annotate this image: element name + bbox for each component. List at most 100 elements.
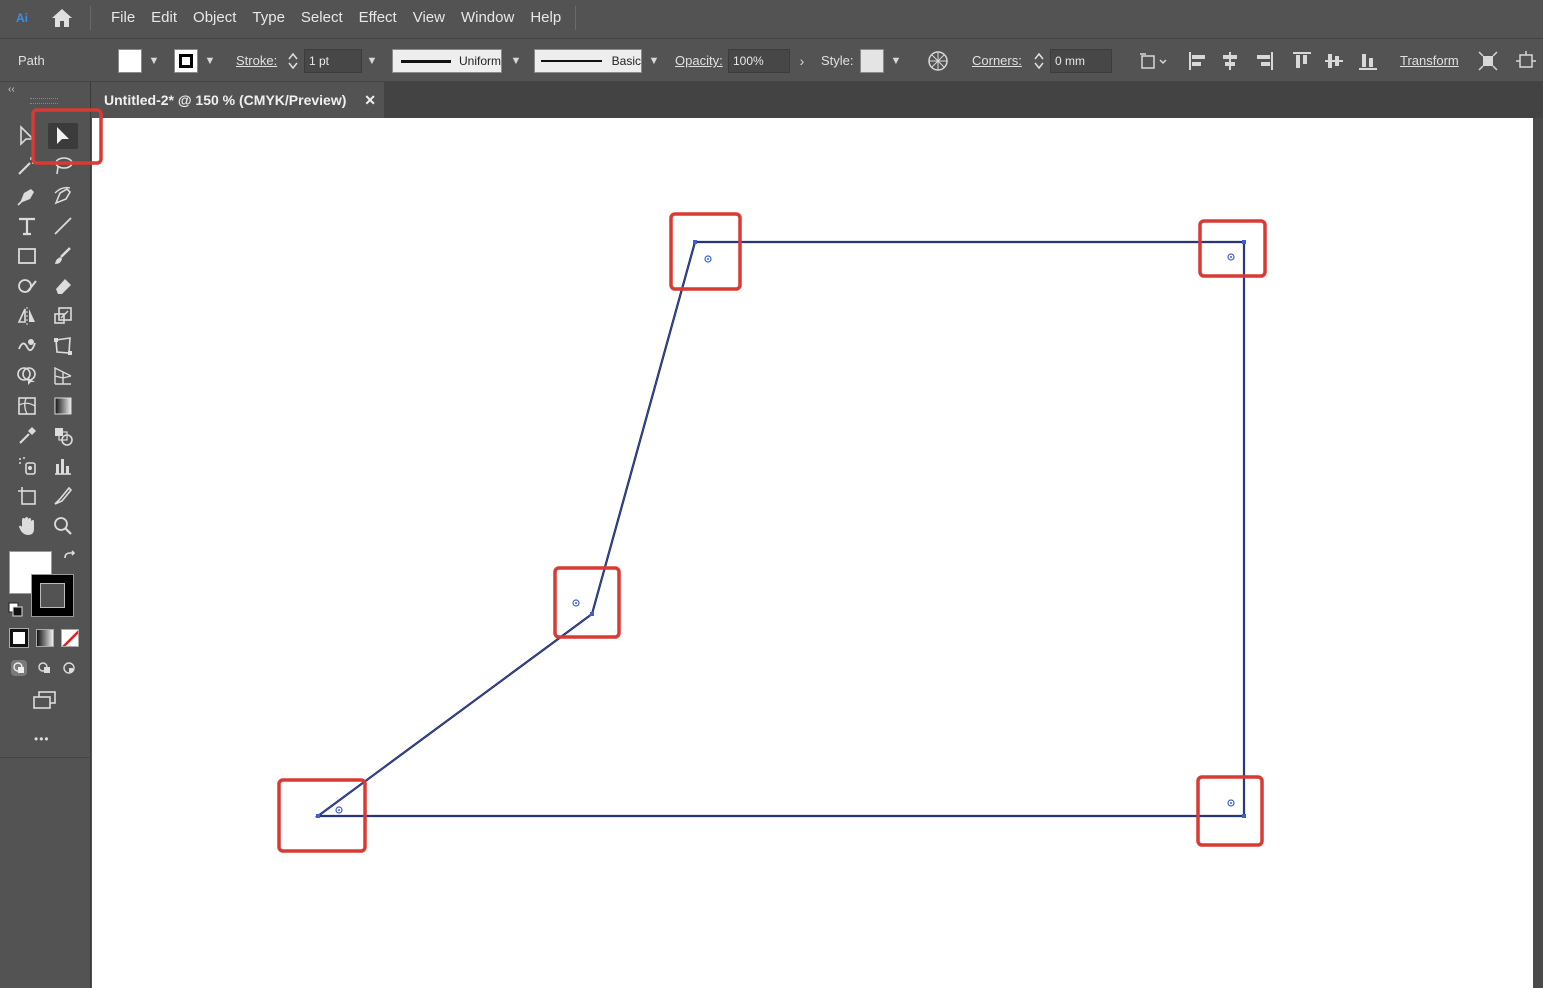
stroke-stepper-icon[interactable]	[284, 49, 302, 73]
style-swatch[interactable]	[860, 49, 884, 73]
rectangle-tool-icon[interactable]	[12, 243, 42, 269]
brush-definition[interactable]: Basic	[534, 49, 642, 73]
stroke-color-box[interactable]	[31, 574, 74, 617]
align-center-vertical-icon[interactable]	[1320, 49, 1348, 73]
menu-divider	[575, 6, 577, 30]
screen-mode-icon[interactable]	[30, 687, 60, 713]
stroke-weight-chevron-icon[interactable]: ▼	[362, 49, 382, 73]
artboard-tool-icon[interactable]	[12, 483, 42, 509]
menu-type[interactable]: Type	[244, 0, 293, 36]
curvature-tool-icon[interactable]	[48, 183, 78, 209]
lasso-tool-icon[interactable]	[48, 153, 78, 179]
shape-builder-tool-icon[interactable]	[12, 363, 42, 389]
profile-label: Uniform	[458, 54, 501, 68]
variable-width-profile[interactable]: Uniform	[392, 49, 502, 73]
fill-swatch[interactable]	[118, 49, 142, 73]
more-options-icon[interactable]	[1512, 49, 1540, 73]
free-transform-tool-icon[interactable]	[48, 333, 78, 359]
toolbar-divider	[0, 757, 91, 758]
draw-behind-icon[interactable]	[32, 656, 58, 680]
transform-link[interactable]: Transform	[1400, 53, 1459, 68]
symbol-sprayer-tool-icon[interactable]	[12, 453, 42, 479]
app-logo: Ai	[16, 11, 28, 25]
none-mode-icon[interactable]	[61, 629, 79, 647]
align-center-horizontal-icon[interactable]	[1216, 49, 1244, 73]
gradient-tool-icon[interactable]	[48, 393, 78, 419]
selection-tool-icon[interactable]	[48, 123, 78, 149]
align-to-selection-icon[interactable]	[1136, 49, 1170, 73]
brush-chevron-icon[interactable]: ▼	[644, 49, 664, 73]
eyedropper-tool-icon[interactable]	[12, 423, 42, 449]
paintbrush-tool-icon[interactable]	[48, 243, 78, 269]
eraser-tool-icon[interactable]	[48, 273, 78, 299]
menu-view[interactable]: View	[405, 0, 453, 36]
zoom-tool-icon[interactable]	[48, 513, 78, 539]
illustrator-window: Ai File Edit Object Type Select Effect View Win…	[0, 0, 1543, 988]
align-right-icon[interactable]	[1250, 49, 1278, 73]
menu-file[interactable]: File	[103, 0, 143, 36]
shaper-tool-icon[interactable]	[12, 273, 42, 299]
document-tab-title: Untitled-2* @ 150 % (CMYK/Preview)	[104, 92, 347, 108]
stroke-swatch[interactable]	[174, 49, 198, 73]
menu-select[interactable]: Select	[293, 0, 351, 36]
collapse-panel-icon[interactable]: ‹‹	[8, 84, 15, 95]
reflect-tool-icon[interactable]	[12, 303, 42, 329]
document-tab[interactable]: Untitled-2* @ 150 % (CMYK/Preview) ✕	[92, 82, 384, 118]
style-label: Style:	[821, 53, 854, 68]
stroke-dropdown-chevron-icon[interactable]: ▼	[200, 49, 220, 73]
close-tab-icon[interactable]: ✕	[364, 92, 376, 109]
warp-tool-icon[interactable]	[12, 333, 42, 359]
menu-bar: Ai File Edit Object Type Select Effect View Win…	[0, 0, 1543, 36]
menu-object[interactable]: Object	[185, 0, 244, 36]
align-left-icon[interactable]	[1184, 49, 1212, 73]
isolate-object-icon[interactable]	[1474, 49, 1502, 73]
stroke-label[interactable]: Stroke:	[236, 53, 277, 68]
corners-field[interactable]: 0 mm	[1050, 49, 1112, 73]
type-tool-icon[interactable]	[12, 213, 42, 239]
mesh-tool-icon[interactable]	[12, 393, 42, 419]
slice-tool-icon[interactable]	[48, 483, 78, 509]
corners-label[interactable]: Corners:	[972, 53, 1022, 68]
menu-window[interactable]: Window	[453, 0, 522, 36]
pen-tool-icon[interactable]	[12, 183, 42, 209]
scale-tool-icon[interactable]	[48, 303, 78, 329]
column-graph-tool-icon[interactable]	[48, 453, 78, 479]
direct-selection-tool-icon[interactable]	[12, 123, 42, 149]
canvas-edge	[1533, 118, 1543, 988]
opacity-field[interactable]: 100%	[728, 49, 790, 73]
default-fill-stroke-icon[interactable]	[8, 602, 24, 623]
home-icon[interactable]	[44, 0, 80, 36]
brush-label: Basic	[611, 54, 641, 68]
menu-edit[interactable]: Edit	[143, 0, 185, 36]
align-top-icon[interactable]	[1288, 49, 1316, 73]
menu-help[interactable]: Help	[522, 0, 569, 36]
panel-grip[interactable]	[30, 98, 58, 104]
blend-tool-icon[interactable]	[48, 423, 78, 449]
selection-type-label: Path	[18, 53, 45, 68]
recolor-artwork-icon[interactable]	[924, 49, 952, 73]
profile-chevron-icon[interactable]: ▼	[506, 49, 526, 73]
opacity-arrow-icon[interactable]: ›	[792, 49, 812, 73]
fill-dropdown-chevron-icon[interactable]: ▼	[144, 49, 164, 73]
artboard-canvas[interactable]	[92, 118, 1533, 988]
tools-panel: ‹‹ •••	[0, 82, 91, 988]
hand-tool-icon[interactable]	[12, 513, 42, 539]
draw-normal-icon[interactable]	[6, 656, 32, 680]
line-segment-tool-icon[interactable]	[48, 213, 78, 239]
style-chevron-icon[interactable]: ▼	[886, 49, 906, 73]
swap-fill-stroke-icon[interactable]	[62, 550, 78, 571]
menu-effect[interactable]: Effect	[351, 0, 405, 36]
control-bar: Path ▼ ▼ Stroke: 1 pt ▼ Uniform ▼ Basic …	[0, 38, 1543, 82]
color-mode-icon[interactable]	[9, 628, 29, 648]
corners-stepper-icon[interactable]	[1030, 49, 1048, 73]
stroke-weight-field[interactable]: 1 pt	[304, 49, 362, 73]
gradient-mode-icon[interactable]	[36, 629, 54, 647]
perspective-grid-tool-icon[interactable]	[48, 363, 78, 389]
document-tab-strip: Untitled-2* @ 150 % (CMYK/Preview) ✕	[92, 82, 1543, 118]
align-bottom-icon[interactable]	[1354, 49, 1382, 73]
draw-inside-icon[interactable]	[56, 656, 82, 680]
magic-wand-tool-icon[interactable]	[12, 153, 42, 179]
menu-divider	[90, 6, 91, 30]
opacity-label[interactable]: Opacity:	[675, 53, 723, 68]
edit-toolbar-button[interactable]: •••	[34, 732, 50, 746]
